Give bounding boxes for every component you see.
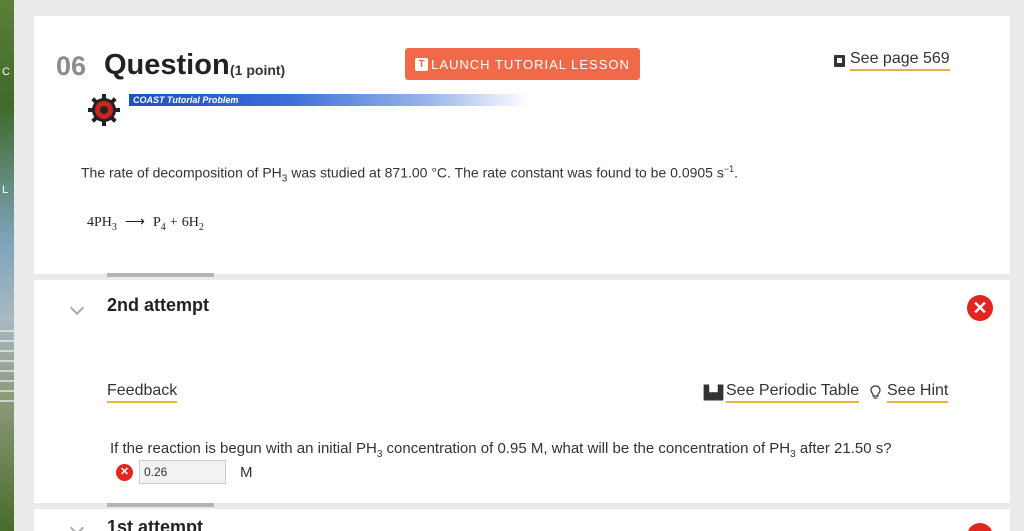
next-attempt-title: 1st attempt — [107, 517, 204, 531]
lightbulb-icon — [870, 385, 881, 399]
question-number: 06 — [56, 51, 87, 81]
launch-tutorial-label: LAUNCH TUTORIAL LESSON — [431, 56, 630, 72]
reaction-arrow-icon: ⟶ — [124, 215, 145, 230]
background-glyph: L — [2, 184, 9, 196]
see-page-link[interactable]: See page 569 — [834, 50, 950, 71]
question-points: (1 point) — [230, 62, 286, 78]
feedback-link[interactable]: Feedback — [107, 382, 178, 403]
question-title: Question — [104, 49, 230, 81]
section-tab-bar — [107, 273, 214, 277]
section-tab-bar — [107, 503, 214, 507]
answer-unit: M — [240, 463, 253, 481]
incorrect-answer-x-icon: ✕ — [116, 463, 133, 481]
answer-input[interactable] — [139, 460, 226, 484]
reaction-equation: 4PH3 ⟶ P4 + 6H2 — [87, 215, 204, 233]
coast-tutorial-banner: COAST Tutorial Problem — [129, 94, 529, 106]
chevron-down-icon[interactable] — [69, 300, 85, 316]
see-hint-link[interactable]: See Hint — [870, 382, 949, 403]
see-periodic-table-label: See Periodic Table — [726, 382, 860, 403]
see-hint-label: See Hint — [887, 382, 949, 403]
attempt-title: 2nd attempt — [107, 295, 210, 315]
attempt-card: 2nd attempt ✕ Feedback ▙▟ See Periodic T… — [34, 280, 1010, 507]
problem-statement: The rate of decomposition of PH3 was stu… — [81, 164, 739, 185]
background-strip: C L — [0, 0, 14, 531]
incorrect-x-icon: ✕ — [967, 295, 993, 321]
question-card: 06 Question (1 point) T LAUNCH TUTORIAL … — [34, 16, 1010, 277]
gear-icon — [88, 94, 120, 126]
incorrect-x-icon — [967, 523, 993, 531]
see-page-label: See page 569 — [850, 50, 950, 71]
sub-question-text: If the reaction is begun with an initial… — [110, 440, 892, 460]
next-attempt-card: 1st attempt — [34, 509, 1010, 531]
launch-tutorial-button[interactable]: T LAUNCH TUTORIAL LESSON — [405, 48, 640, 80]
periodic-table-icon: ▙▟ — [704, 384, 723, 400]
book-icon — [834, 54, 845, 67]
tutorial-icon: T — [415, 57, 429, 71]
chevron-down-icon[interactable] — [69, 520, 85, 531]
answer-row: ✕ M — [116, 460, 253, 484]
see-periodic-table-link[interactable]: ▙▟ See Periodic Table — [704, 382, 860, 403]
background-glyph: C — [2, 66, 10, 78]
